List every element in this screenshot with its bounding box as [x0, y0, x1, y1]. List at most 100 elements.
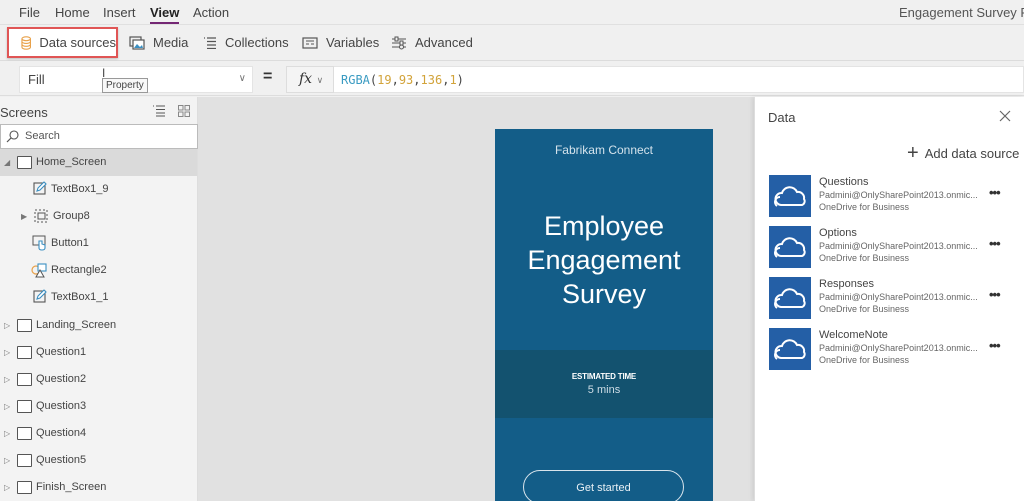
- collapsed-triangle-icon[interactable]: ▷: [4, 402, 10, 411]
- data-sources-button[interactable]: Data sources: [7, 27, 118, 58]
- data-source-item[interactable]: Questions Padmini@OnlySharePoint2013.onm…: [769, 175, 1019, 217]
- tree-item-screen[interactable]: ▷ Finish_Screen: [0, 474, 197, 501]
- tree-item-home-screen[interactable]: ◢ Home_Screen: [0, 149, 197, 176]
- variables-icon: [302, 36, 318, 49]
- data-source-name: Questions: [819, 176, 869, 188]
- onedrive-icon: [769, 328, 811, 370]
- property-tooltip: Property: [102, 78, 148, 93]
- media-icon: [129, 35, 145, 50]
- home-screen-preview[interactable]: Fabrikam Connect Employee Engagement Sur…: [495, 129, 713, 501]
- screen-icon: [17, 346, 32, 359]
- equals-sign: =: [263, 68, 273, 85]
- database-icon: [21, 35, 32, 50]
- property-value: Fill: [28, 72, 45, 87]
- formula-input[interactable]: RGBA(19,93,136,1): [334, 66, 1024, 93]
- formula-arg: 1: [449, 73, 457, 87]
- screens-title: Screens: [0, 105, 48, 120]
- data-source-type: OneDrive for Business: [819, 355, 910, 365]
- list-view-icon[interactable]: [152, 104, 166, 122]
- tree-item-screen[interactable]: ▷ Question5: [0, 447, 197, 474]
- screen-icon: [17, 156, 32, 169]
- data-source-account: Padmini@OnlySharePoint2013.onmic...: [819, 241, 978, 251]
- textbox-icon: [33, 289, 47, 306]
- function-button[interactable]: fx ∨: [286, 66, 334, 93]
- screen-icon: [17, 373, 32, 386]
- collapsed-triangle-icon[interactable]: ▷: [4, 483, 10, 492]
- screen-icon: [17, 400, 32, 413]
- ribbon: Data sources Media Collections Variables…: [0, 25, 1024, 61]
- formula-bar: Fill ∨ = fx ∨ RGBA(19,93,136,1): [0, 62, 1024, 96]
- menu-bar: File Home Insert View Action Engagement …: [0, 0, 1024, 25]
- data-source-name: WelcomeNote: [819, 329, 888, 341]
- data-source-type: OneDrive for Business: [819, 202, 910, 212]
- menu-file[interactable]: File: [19, 5, 40, 20]
- tree-item-textbox[interactable]: TextBox1_1: [0, 284, 197, 311]
- screens-panel: Screens Search ◢ Home_Screen TextBox1_9 …: [0, 97, 198, 501]
- media-button[interactable]: Media: [129, 29, 188, 56]
- collapsed-triangle-icon[interactable]: ▷: [4, 456, 10, 465]
- close-icon[interactable]: [999, 109, 1011, 127]
- survey-title: Employee Engagement Survey: [527, 211, 681, 309]
- tree-item-screen[interactable]: ▷ Question3: [0, 393, 197, 420]
- search-icon: [6, 130, 19, 143]
- estimated-time-band: ESTIMATED TIME 5 mins: [495, 350, 713, 418]
- search-input[interactable]: Search: [0, 124, 198, 149]
- get-started-button[interactable]: Get started: [523, 470, 684, 501]
- data-source-account: Padmini@OnlySharePoint2013.onmic...: [819, 190, 978, 200]
- data-source-account: Padmini@OnlySharePoint2013.onmic...: [819, 343, 978, 353]
- estimated-time-value: 5 mins: [587, 384, 621, 396]
- design-canvas[interactable]: Fabrikam Connect Employee Engagement Sur…: [198, 97, 754, 501]
- tree-item-screen[interactable]: ▷ Question1: [0, 339, 197, 366]
- collapsed-triangle-icon[interactable]: ▶: [21, 212, 27, 221]
- add-data-source-label: Add data source: [924, 145, 1020, 161]
- tree-item-screen[interactable]: ▷ Question4: [0, 420, 197, 447]
- formula-arg: 136: [420, 73, 443, 87]
- collapsed-triangle-icon[interactable]: ▷: [4, 375, 10, 384]
- more-options-icon[interactable]: •••: [989, 287, 1001, 302]
- data-source-item[interactable]: Options Padmini@OnlySharePoint2013.onmic…: [769, 226, 1019, 268]
- grid-view-icon[interactable]: [178, 104, 190, 122]
- formula-arg: 93: [398, 73, 414, 87]
- more-options-icon[interactable]: •••: [989, 185, 1001, 200]
- tree-item-rectangle[interactable]: Rectangle2: [0, 257, 197, 284]
- data-source-item[interactable]: Responses Padmini@OnlySharePoint2013.onm…: [769, 277, 1019, 319]
- collapsed-triangle-icon[interactable]: ▷: [4, 321, 10, 330]
- menu-insert[interactable]: Insert: [103, 5, 136, 20]
- onedrive-icon: [769, 175, 811, 217]
- textbox-icon: [33, 181, 47, 198]
- data-source-item[interactable]: WelcomeNote Padmini@OnlySharePoint2013.o…: [769, 328, 1019, 370]
- variables-label: Variables: [326, 35, 380, 50]
- data-source-account: Padmini@OnlySharePoint2013.onmic...: [819, 292, 978, 302]
- add-data-source-button[interactable]: + Add data source: [907, 143, 1020, 163]
- data-sources-label: Data sources: [39, 35, 116, 50]
- media-label: Media: [153, 35, 189, 50]
- data-source-type: OneDrive for Business: [819, 304, 910, 314]
- fx-icon: fx: [299, 71, 313, 87]
- tree-item-textbox[interactable]: TextBox1_9: [0, 176, 197, 203]
- tree-item-screen[interactable]: ▷ Question2: [0, 366, 197, 393]
- menu-action[interactable]: Action: [193, 5, 229, 20]
- data-source-name: Responses: [819, 278, 875, 290]
- menu-view[interactable]: View: [150, 5, 180, 24]
- more-options-icon[interactable]: •••: [989, 236, 1001, 251]
- collapsed-triangle-icon[interactable]: ▷: [4, 348, 10, 357]
- tree-item-screen[interactable]: ▷ Landing_Screen: [0, 312, 197, 339]
- more-options-icon[interactable]: •••: [989, 338, 1001, 353]
- app-title: Engagement Survey Pho: [899, 5, 1024, 20]
- collections-button[interactable]: Collections: [203, 29, 289, 56]
- brand-label: Fabrikam Connect: [554, 143, 654, 157]
- data-source-name: Options: [819, 227, 857, 239]
- menu-home[interactable]: Home: [55, 5, 90, 20]
- tree-item-group[interactable]: ▶ Group8: [0, 203, 197, 230]
- expanded-triangle-icon[interactable]: ◢: [4, 158, 10, 167]
- chevron-down-icon: ∨: [314, 75, 324, 85]
- estimated-time-label: ESTIMATED TIME: [571, 372, 637, 381]
- advanced-button[interactable]: Advanced: [391, 29, 473, 56]
- advanced-label: Advanced: [415, 35, 473, 50]
- group-icon: [33, 208, 49, 227]
- tree-item-button[interactable]: Button1: [0, 230, 197, 257]
- onedrive-icon: [769, 277, 811, 319]
- data-panel: Data + Add data source Questions Padmini…: [754, 97, 1024, 501]
- collapsed-triangle-icon[interactable]: ▷: [4, 429, 10, 438]
- variables-button[interactable]: Variables: [302, 29, 379, 56]
